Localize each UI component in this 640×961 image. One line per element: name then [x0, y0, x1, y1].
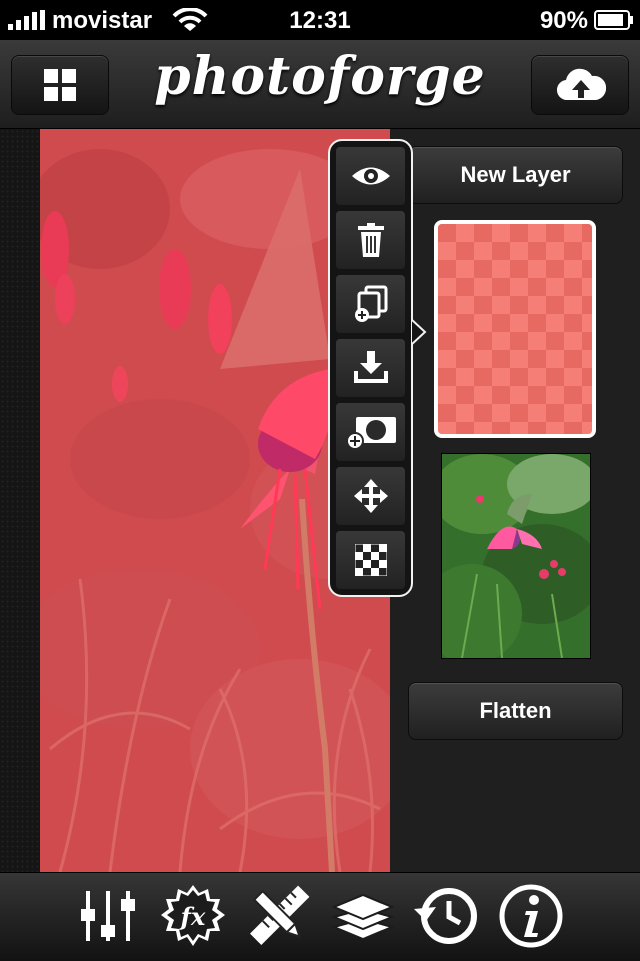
- history-button[interactable]: [414, 883, 480, 949]
- app-header: photoforge: [0, 40, 640, 129]
- battery-icon: [594, 10, 633, 30]
- layers-button[interactable]: [330, 883, 396, 949]
- duplicate-layer-icon: [355, 285, 388, 322]
- add-mask-button[interactable]: [336, 403, 405, 461]
- photo-thumbnail: [442, 454, 590, 658]
- transparency-button[interactable]: [336, 531, 405, 589]
- adjustments-icon: [81, 891, 135, 941]
- flatten-button[interactable]: Flatten: [408, 682, 623, 740]
- toggle-visibility-button[interactable]: [336, 147, 405, 205]
- svg-text:fx: fx: [179, 902, 206, 931]
- move-layer-button[interactable]: [336, 467, 405, 525]
- fx-icon: fx: [161, 885, 225, 946]
- eye-icon: [352, 167, 390, 185]
- import-to-layer-button[interactable]: [336, 339, 405, 397]
- history-icon: [414, 888, 477, 944]
- move-icon: [354, 479, 388, 513]
- layer-options-popover: [328, 139, 427, 597]
- layer-thumbnail-selected[interactable]: [434, 220, 596, 438]
- layer-thumbnail-photo[interactable]: [441, 453, 591, 659]
- transparency-icon: [355, 544, 387, 576]
- battery-percent: 90%: [539, 7, 588, 34]
- add-mask-icon: [346, 417, 396, 450]
- status-bar: movistar 12:31 90%: [0, 0, 640, 40]
- layers-panel: New Layer Flatten: [390, 129, 640, 872]
- duplicate-layer-button[interactable]: [336, 275, 405, 333]
- layers-icon: [330, 893, 396, 941]
- bottom-toolbar: fx: [0, 872, 640, 961]
- cloud-upload-icon: [557, 68, 606, 101]
- delete-layer-button[interactable]: [336, 211, 405, 269]
- popover-arrow: [411, 319, 427, 345]
- new-layer-button[interactable]: New Layer: [408, 146, 623, 204]
- tools-button[interactable]: [246, 883, 312, 949]
- info-icon: [499, 884, 563, 948]
- checkerboard-pattern: [438, 224, 592, 434]
- canvas-left-margin: [0, 129, 40, 872]
- effects-button[interactable]: fx: [160, 883, 226, 949]
- upload-button[interactable]: [531, 55, 629, 115]
- info-button[interactable]: [498, 883, 564, 949]
- import-icon: [354, 351, 388, 383]
- adjustments-button[interactable]: [76, 883, 142, 949]
- trash-icon: [358, 223, 384, 257]
- tools-icon: [250, 885, 310, 945]
